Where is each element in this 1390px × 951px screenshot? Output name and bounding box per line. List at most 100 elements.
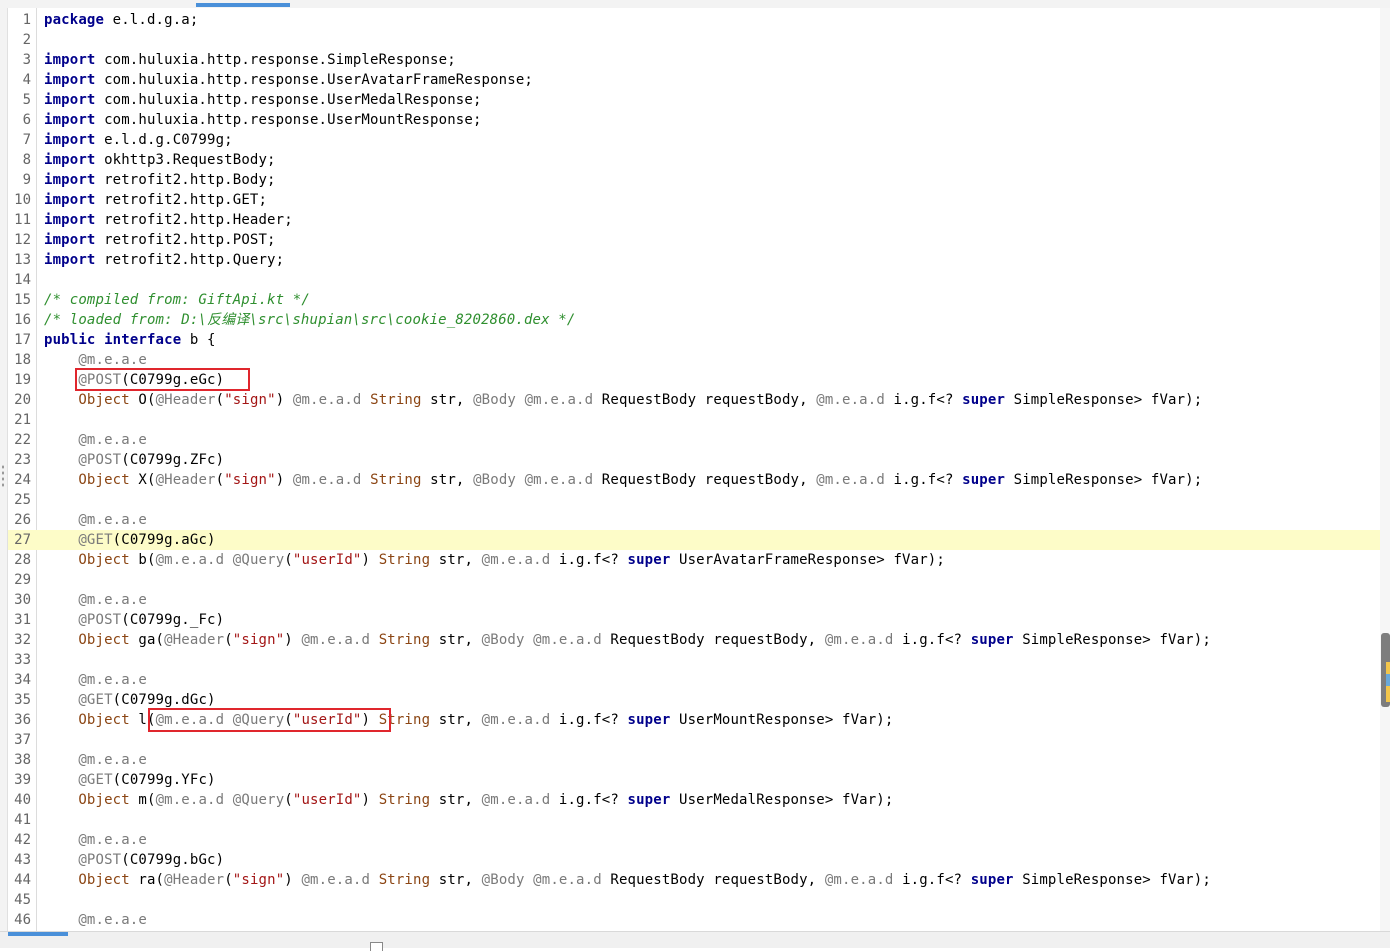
code-line[interactable]: 37 <box>8 730 1380 750</box>
code-line[interactable]: 22 @m.e.a.e <box>8 430 1380 450</box>
code-line[interactable]: 6 import com.huluxia.http.response.UserMo… <box>8 110 1380 130</box>
code-line[interactable]: 38 @m.e.a.e <box>8 750 1380 770</box>
code-line[interactable]: 10 import retrofit2.http.GET; <box>8 190 1380 210</box>
code-token: ) <box>361 792 379 808</box>
code-line[interactable]: 13 import retrofit2.http.Query; <box>8 250 1380 270</box>
line-code: Object X(@Header("sign") @m.e.a.d String… <box>44 470 1202 490</box>
line-number: 28 <box>14 552 31 568</box>
code-line[interactable]: 32 Object ga(@Header("sign") @m.e.a.d St… <box>8 630 1380 650</box>
line-code: @m.e.a.e <box>44 830 147 850</box>
code-line[interactable]: 17 public interface b { <box>8 330 1380 350</box>
code-line[interactable]: 41 <box>8 810 1380 830</box>
code-line[interactable]: 21 <box>8 410 1380 430</box>
code-token: UserMountResponse> fVar); <box>670 712 894 728</box>
code-editor[interactable]: 1 package e.l.d.g.a; 2 3 import com.huluxia.… <box>8 8 1380 931</box>
code-line[interactable]: 27 @GET(C0799g.aGc) <box>8 530 1380 550</box>
code-token: O( <box>129 392 156 408</box>
annotation-box-post-egc <box>75 368 250 391</box>
code-token: str, <box>430 712 482 728</box>
code-line[interactable]: 16 /* loaded from: D:\反编译\src\shupian\src… <box>8 310 1380 330</box>
code-line[interactable]: 35 @GET(C0799g.dGc) <box>8 690 1380 710</box>
string-token: "sign" <box>224 392 276 408</box>
code-line[interactable]: 4 import com.huluxia.http.response.UserAv… <box>8 70 1380 90</box>
line-code: Object ra(@Header("sign") @m.e.a.d Strin… <box>44 870 1211 890</box>
line-code: import okhttp3.RequestBody; <box>44 150 276 170</box>
keyword-token: import <box>44 252 96 268</box>
code-line[interactable]: 12 import retrofit2.http.POST; <box>8 230 1380 250</box>
code-line[interactable]: 30 @m.e.a.e <box>8 590 1380 610</box>
annotation-token: @GET <box>78 532 113 548</box>
code-line[interactable]: 2 <box>8 30 1380 50</box>
code-line[interactable]: 46 @m.e.a.e <box>8 910 1380 930</box>
string-token: "sign" <box>232 632 285 648</box>
line-code: Object ga(@Header("sign") @m.e.a.d Strin… <box>44 630 1211 650</box>
code-line[interactable]: 5 import com.huluxia.http.response.UserMe… <box>8 90 1380 110</box>
code-token: ) <box>275 392 293 408</box>
line-number: 42 <box>14 832 31 848</box>
code-line[interactable]: 40 Object m(@m.e.a.d @Query("userId") St… <box>8 790 1380 810</box>
active-tab-indicator[interactable] <box>196 3 290 7</box>
keyword-token: import <box>44 72 96 88</box>
code-token: str, <box>430 632 482 648</box>
annotation-token: @POST <box>78 612 122 628</box>
code-line[interactable]: 3 import com.huluxia.http.response.Simple… <box>8 50 1380 70</box>
code-line[interactable]: 9 import retrofit2.http.Body; <box>8 170 1380 190</box>
code-line[interactable]: 44 Object ra(@Header("sign") @m.e.a.d St… <box>8 870 1380 890</box>
annotation-token: @m.e.a.d <box>524 392 594 408</box>
code-line[interactable]: 26 @m.e.a.e <box>8 510 1380 530</box>
code-line[interactable]: 33 <box>8 650 1380 670</box>
keyword-token: import <box>44 192 96 208</box>
annotation-token: @GET <box>78 772 113 788</box>
line-code: /* loaded from: D:\反编译\src\shupian\src\c… <box>44 310 575 330</box>
panel-splitter[interactable] <box>0 8 8 931</box>
code-line[interactable]: 8 import okhttp3.RequestBody; <box>8 150 1380 170</box>
line-code: Object m(@m.e.a.d @Query("userId") Strin… <box>44 790 893 810</box>
code-line[interactable]: 45 <box>8 890 1380 910</box>
annotation-token: @m.e.a.d <box>816 472 885 488</box>
code-line[interactable]: 24 Object X(@Header("sign") @m.e.a.d Str… <box>8 470 1380 490</box>
line-code: import retrofit2.http.POST; <box>44 230 276 250</box>
line-number: 30 <box>14 592 31 608</box>
code-line[interactable]: 25 <box>8 490 1380 510</box>
code-token: RequestBody requestBody, <box>593 472 817 488</box>
code-token: UserAvatarFrameResponse> fVar); <box>670 552 945 568</box>
line-code: Object O(@Header("sign") @m.e.a.d String… <box>44 390 1202 410</box>
vertical-scrollbar[interactable] <box>1380 8 1390 931</box>
code-line[interactable]: 11 import retrofit2.http.Header; <box>8 210 1380 230</box>
code-token: SimpleResponse> fVar); <box>1005 472 1203 488</box>
code-token: ) <box>284 632 302 648</box>
line-number: 40 <box>14 792 31 808</box>
code-token: UserMedalResponse> fVar); <box>670 792 894 808</box>
annotation-token: @m.e.a.d <box>533 632 602 648</box>
code-line[interactable]: 31 @POST(C0799g._Fc) <box>8 610 1380 630</box>
bottom-tab-indicator[interactable] <box>8 932 68 936</box>
line-number: 37 <box>14 732 31 748</box>
keyword-token: public <box>44 332 96 348</box>
code-line[interactable]: 18 @m.e.a.e <box>8 350 1380 370</box>
code-line[interactable]: 29 <box>8 570 1380 590</box>
drag-grip-icon[interactable] <box>1 464 5 488</box>
code-line[interactable]: 23 @POST(C0799g.ZFc) <box>8 450 1380 470</box>
line-code: import com.huluxia.http.response.UserAva… <box>44 70 533 90</box>
code-line[interactable]: 20 Object O(@Header("sign") @m.e.a.d Str… <box>8 390 1380 410</box>
code-token: str, <box>430 792 482 808</box>
code-line[interactable]: 15 /* compiled from: GiftApi.kt */ <box>8 290 1380 310</box>
code-line[interactable]: 34 @m.e.a.e <box>8 670 1380 690</box>
code-token: retrofit2.http.POST; <box>95 232 276 248</box>
line-number: 20 <box>14 392 31 408</box>
code-line[interactable]: 43 @POST(C0799g.bGc) <box>8 850 1380 870</box>
code-line[interactable]: 14 <box>8 270 1380 290</box>
code-line[interactable]: 7 import e.l.d.g.C0799g; <box>8 130 1380 150</box>
code-line[interactable]: 28 Object b(@m.e.a.d @Query("userId") St… <box>8 550 1380 570</box>
code-line[interactable]: 1 package e.l.d.g.a; <box>8 10 1380 30</box>
line-number: 25 <box>14 492 31 508</box>
annotation-token: @m.e.a.d <box>481 552 551 568</box>
code-line[interactable]: 39 @GET(C0799g.YFc) <box>8 770 1380 790</box>
code-line[interactable]: 42 @m.e.a.e <box>8 830 1380 850</box>
